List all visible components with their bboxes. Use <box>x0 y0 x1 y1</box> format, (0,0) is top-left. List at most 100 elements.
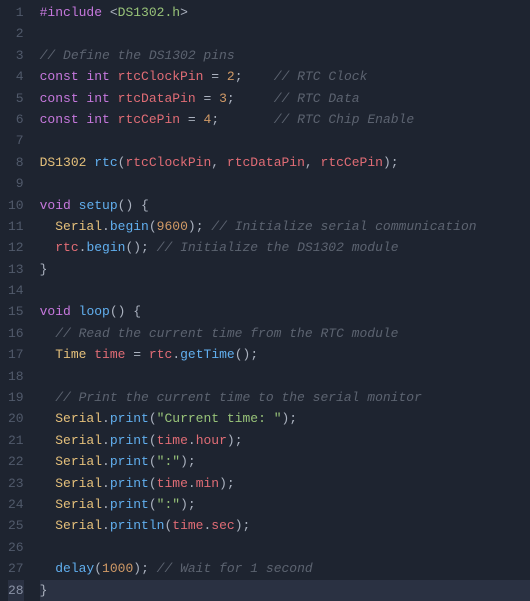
code-line[interactable]: DS1302 rtc(rtcClockPin, rtcDataPin, rtcC… <box>40 152 530 173</box>
line-number: 13 <box>8 259 24 280</box>
line-number: 10 <box>8 195 24 216</box>
token-punct: ; <box>235 69 243 84</box>
code-line[interactable]: Serial.print(time.hour); <box>40 430 530 451</box>
code-line[interactable]: const int rtcCePin = 4; // RTC Chip Enab… <box>40 109 530 130</box>
token-punct: ); <box>227 433 243 448</box>
token-comment: // Read the current time from the RTC mo… <box>55 326 398 341</box>
code-line[interactable]: } <box>40 580 530 601</box>
token-punct: ); <box>219 476 235 491</box>
token-comment: // Print the current time to the serial … <box>55 390 422 405</box>
token-classname: Time <box>55 347 86 362</box>
token-punct: ( <box>149 497 157 512</box>
code-line[interactable]: const int rtcClockPin = 2; // RTC Clock <box>40 66 530 87</box>
token-ident <box>243 69 274 84</box>
token-obj: Serial <box>55 497 102 512</box>
token-ident <box>211 91 219 106</box>
token-punct: . <box>188 433 196 448</box>
token-preproc: #include <box>40 5 102 20</box>
token-punct: . <box>188 476 196 491</box>
token-ident <box>110 91 118 106</box>
token-ident <box>40 433 56 448</box>
token-var: time <box>172 518 203 533</box>
token-punct: . <box>102 219 110 234</box>
code-line[interactable]: Serial.println(time.sec); <box>40 515 530 536</box>
code-line[interactable] <box>40 23 530 44</box>
token-func: delay <box>55 561 94 576</box>
token-str: "Current time: " <box>157 411 282 426</box>
token-ident <box>40 390 56 405</box>
token-comment: // Initialize the DS1302 module <box>157 240 399 255</box>
token-comment: // RTC Clock <box>274 69 368 84</box>
code-area[interactable]: #include <DS1302.h> // Define the DS1302 … <box>34 0 530 600</box>
token-punct: ); <box>383 155 399 170</box>
token-func: begin <box>110 219 149 234</box>
line-number: 12 <box>8 237 24 258</box>
code-line[interactable]: } <box>40 259 530 280</box>
token-obj: Serial <box>55 454 102 469</box>
line-number: 17 <box>8 344 24 365</box>
token-ident <box>110 69 118 84</box>
line-number: 2 <box>8 23 24 44</box>
token-punct: ( <box>149 433 157 448</box>
token-comment: // RTC Chip Enable <box>274 112 414 127</box>
token-func: print <box>110 411 149 426</box>
code-line[interactable]: // Define the DS1302 pins <box>40 45 530 66</box>
code-line[interactable]: Serial.print(":"); <box>40 451 530 472</box>
token-punct: ( <box>149 454 157 469</box>
token-var: hour <box>196 433 227 448</box>
code-line[interactable] <box>40 537 530 558</box>
token-obj: Serial <box>55 219 102 234</box>
token-punct: ; <box>227 91 235 106</box>
token-ident <box>40 219 56 234</box>
token-func: getTime <box>180 347 235 362</box>
line-number: 27 <box>8 558 24 579</box>
code-line[interactable]: const int rtcDataPin = 3; // RTC Data <box>40 88 530 109</box>
token-obj: Serial <box>55 518 102 533</box>
code-line[interactable]: rtc.begin(); // Initialize the DS1302 mo… <box>40 237 530 258</box>
token-num: 2 <box>227 69 235 84</box>
line-number: 19 <box>8 387 24 408</box>
line-number: 22 <box>8 451 24 472</box>
token-ident <box>141 347 149 362</box>
token-type: const int <box>40 112 110 127</box>
token-punct: ); <box>180 497 196 512</box>
code-line[interactable]: Serial.begin(9600); // Initialize serial… <box>40 216 530 237</box>
line-number: 3 <box>8 45 24 66</box>
token-punct: () { <box>110 304 141 319</box>
token-punct: ); <box>235 518 251 533</box>
token-num: 9600 <box>157 219 188 234</box>
code-line[interactable]: // Print the current time to the serial … <box>40 387 530 408</box>
code-line[interactable]: // Read the current time from the RTC mo… <box>40 323 530 344</box>
code-line[interactable]: delay(1000); // Wait for 1 second <box>40 558 530 579</box>
token-punct: . <box>102 476 110 491</box>
token-func: print <box>110 476 149 491</box>
token-punct: > <box>180 5 188 20</box>
token-func: print <box>110 454 149 469</box>
token-punct: ( <box>149 476 157 491</box>
token-ident <box>235 91 274 106</box>
code-line[interactable]: void loop() { <box>40 301 530 322</box>
token-num: 1000 <box>102 561 133 576</box>
code-editor[interactable]: 1234567891011121314151617181920212223242… <box>0 0 530 600</box>
token-ident <box>40 518 56 533</box>
token-var: rtcClockPin <box>125 155 211 170</box>
token-classname: DS1302 <box>40 155 87 170</box>
code-line[interactable]: Serial.print("Current time: "); <box>40 408 530 429</box>
code-line[interactable]: #include <DS1302.h> <box>40 2 530 23</box>
token-punct: , <box>211 155 227 170</box>
line-number: 9 <box>8 173 24 194</box>
code-line[interactable] <box>40 173 530 194</box>
code-line[interactable]: Serial.print(":"); <box>40 494 530 515</box>
code-line[interactable]: Time time = rtc.getTime(); <box>40 344 530 365</box>
token-var: rtcDataPin <box>118 91 196 106</box>
code-line[interactable] <box>40 280 530 301</box>
code-line[interactable] <box>40 366 530 387</box>
token-func: print <box>110 497 149 512</box>
token-ident <box>71 304 79 319</box>
line-number-gutter: 1234567891011121314151617181920212223242… <box>0 0 34 600</box>
code-line[interactable]: Serial.print(time.min); <box>40 473 530 494</box>
token-var: time <box>157 476 188 491</box>
code-line[interactable]: void setup() { <box>40 195 530 216</box>
code-line[interactable] <box>40 130 530 151</box>
token-num: 3 <box>219 91 227 106</box>
